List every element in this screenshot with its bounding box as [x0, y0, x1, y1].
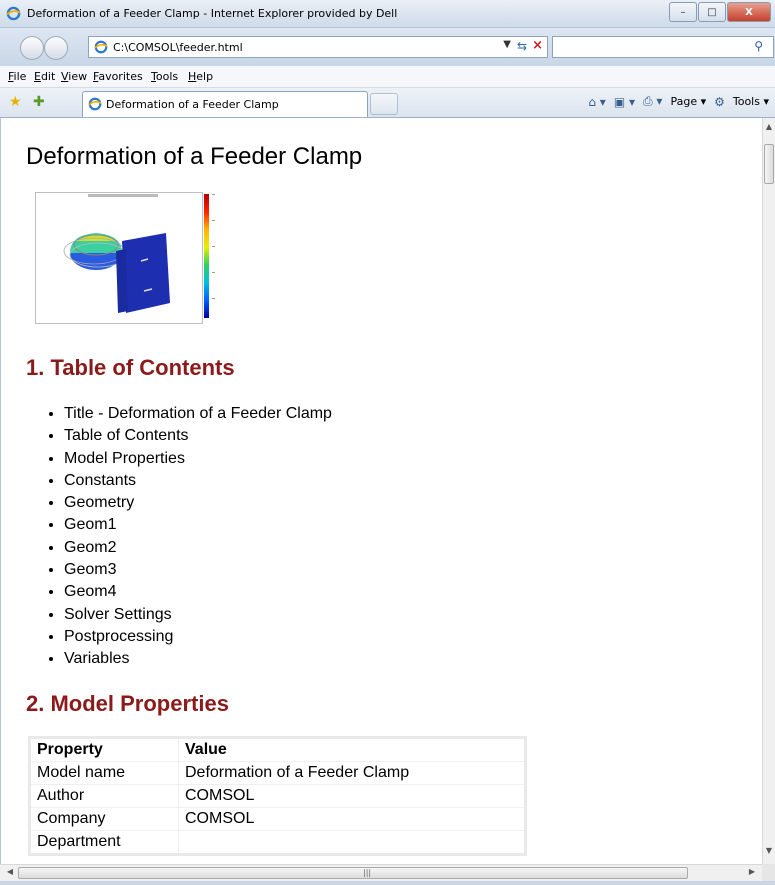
- toc-item-title[interactable]: Title - Deformation of a Feeder Clamp: [64, 403, 332, 425]
- toc-item-constants[interactable]: Constants: [64, 470, 332, 492]
- menu-file[interactable]: File: [8, 70, 26, 83]
- feeds-icon[interactable]: ▣ ▾: [614, 95, 635, 109]
- page-menu-button[interactable]: Page ▾: [670, 95, 706, 108]
- menu-favorites[interactable]: Favorites: [93, 70, 143, 83]
- cell-value: COMSOL: [178, 807, 526, 831]
- menu-tools[interactable]: Tools: [151, 70, 178, 83]
- scroll-right-icon[interactable]: ▶: [745, 867, 759, 879]
- command-bar: ⌂ ▾ ▣ ▾ ⎙ ▾ Page ▾ ⚙ Tools ▾: [588, 94, 769, 109]
- color-legend-ticks: [212, 194, 216, 324]
- table-row: Author COMSOL: [29, 784, 526, 808]
- tab-feeder-clamp[interactable]: Deformation of a Feeder Clamp: [82, 91, 368, 117]
- close-button[interactable]: X: [727, 2, 771, 22]
- toc-item-solver-settings[interactable]: Solver Settings: [64, 604, 332, 626]
- add-favorites-icon[interactable]: ✚: [33, 94, 45, 110]
- scroll-up-icon[interactable]: ▲: [763, 122, 775, 136]
- home-icon[interactable]: ⌂ ▾: [588, 95, 605, 109]
- toc-item-geom4[interactable]: Geom4: [64, 581, 332, 603]
- address-toolbar: C:\COMSOL\feeder.html ▼ ⇆ × ⚲: [0, 28, 775, 66]
- toc-item-postprocessing[interactable]: Postprocessing: [64, 626, 332, 648]
- window-title-bar: Deformation of a Feeder Clamp - Internet…: [0, 0, 775, 28]
- table-row: Department: [29, 830, 526, 855]
- tab-page-icon: [88, 97, 102, 111]
- cell-property: Model name: [29, 761, 179, 785]
- cell-value: COMSOL: [178, 784, 526, 808]
- table-header-row: Property Value: [29, 737, 526, 762]
- favorites-star-icon[interactable]: ★: [9, 94, 22, 110]
- cell-value: [178, 830, 526, 855]
- toc-item-contents[interactable]: Table of Contents: [64, 425, 332, 447]
- tools-menu-button[interactable]: Tools ▾: [733, 95, 769, 108]
- print-icon[interactable]: ⎙ ▾: [643, 94, 662, 109]
- gear-icon: ⚙: [714, 94, 725, 109]
- section-heading-toc: 1. Table of Contents: [26, 355, 235, 380]
- cell-property: Author: [29, 784, 179, 808]
- toc-item-geom3[interactable]: Geom3: [64, 559, 332, 581]
- toc-item-geom2[interactable]: Geom2: [64, 537, 332, 559]
- address-field[interactable]: C:\COMSOL\feeder.html ▼ ⇆ ×: [88, 36, 548, 58]
- cell-value: Deformation of a Feeder Clamp: [178, 761, 526, 785]
- feeder-clamp-render-icon: [63, 233, 170, 313]
- toc-item-geom1[interactable]: Geom1: [64, 514, 332, 536]
- scrollbar-corner: [762, 864, 775, 881]
- menu-help[interactable]: Help: [188, 70, 213, 83]
- internet-explorer-icon: [6, 6, 21, 21]
- address-dropdown-icon[interactable]: ▼: [503, 39, 511, 50]
- table-row: Company COMSOL: [29, 807, 526, 831]
- search-input[interactable]: ⚲: [552, 36, 774, 58]
- minimize-button[interactable]: –: [669, 2, 697, 22]
- stop-icon[interactable]: ×: [532, 38, 543, 53]
- address-url: C:\COMSOL\feeder.html: [113, 41, 243, 54]
- forward-button[interactable]: [44, 36, 68, 60]
- model-plot-image[interactable]: [35, 192, 203, 324]
- color-legend-bar: [204, 194, 209, 318]
- vertical-scroll-thumb[interactable]: [764, 144, 774, 184]
- section-heading-model-properties: 2. Model Properties: [26, 691, 229, 716]
- toc-item-geometry[interactable]: Geometry: [64, 492, 332, 514]
- cell-property: Company: [29, 807, 179, 831]
- menu-edit[interactable]: Edit: [34, 70, 55, 83]
- header-property: Property: [29, 737, 179, 762]
- header-value: Value: [178, 737, 526, 762]
- scroll-down-icon[interactable]: ▼: [763, 846, 775, 860]
- model-properties-table: Property Value Model name Deformation of…: [28, 736, 527, 856]
- window-bottom-frame: [0, 881, 775, 885]
- maximize-button[interactable]: □: [698, 2, 726, 22]
- table-row: Model name Deformation of a Feeder Clamp: [29, 761, 526, 785]
- tab-label: Deformation of a Feeder Clamp: [106, 98, 279, 111]
- toc-item-model-properties[interactable]: Model Properties: [64, 448, 332, 470]
- new-tab-button[interactable]: [370, 93, 398, 115]
- tab-bar: ★ ✚ Deformation of a Feeder Clamp ⌂ ▾ ▣ …: [0, 88, 775, 118]
- menu-bar: File Edit View Favorites Tools Help: [0, 66, 775, 88]
- page-title: Deformation of a Feeder Clamp: [26, 143, 363, 170]
- window-title: Deformation of a Feeder Clamp - Internet…: [27, 7, 398, 20]
- horizontal-scrollbar[interactable]: ◀ ||| ▶: [0, 864, 762, 881]
- toc-item-variables[interactable]: Variables: [64, 648, 332, 670]
- back-button[interactable]: [20, 36, 44, 60]
- search-icon[interactable]: ⚲: [754, 39, 763, 53]
- page-icon: [94, 40, 108, 54]
- scroll-left-icon[interactable]: ◀: [3, 867, 17, 879]
- scroll-grip-icon: |||: [363, 868, 372, 877]
- table-of-contents: Title - Deformation of a Feeder Clamp Ta…: [26, 403, 332, 671]
- vertical-scrollbar[interactable]: ▲ ▼: [762, 118, 775, 864]
- menu-view[interactable]: View: [61, 70, 87, 83]
- horizontal-scroll-thumb[interactable]: |||: [18, 867, 688, 879]
- cell-property: Department: [29, 830, 179, 855]
- page-viewport: Deformation of a Feeder Clamp 1. Table o…: [0, 118, 762, 864]
- refresh-icon[interactable]: ⇆: [517, 39, 527, 53]
